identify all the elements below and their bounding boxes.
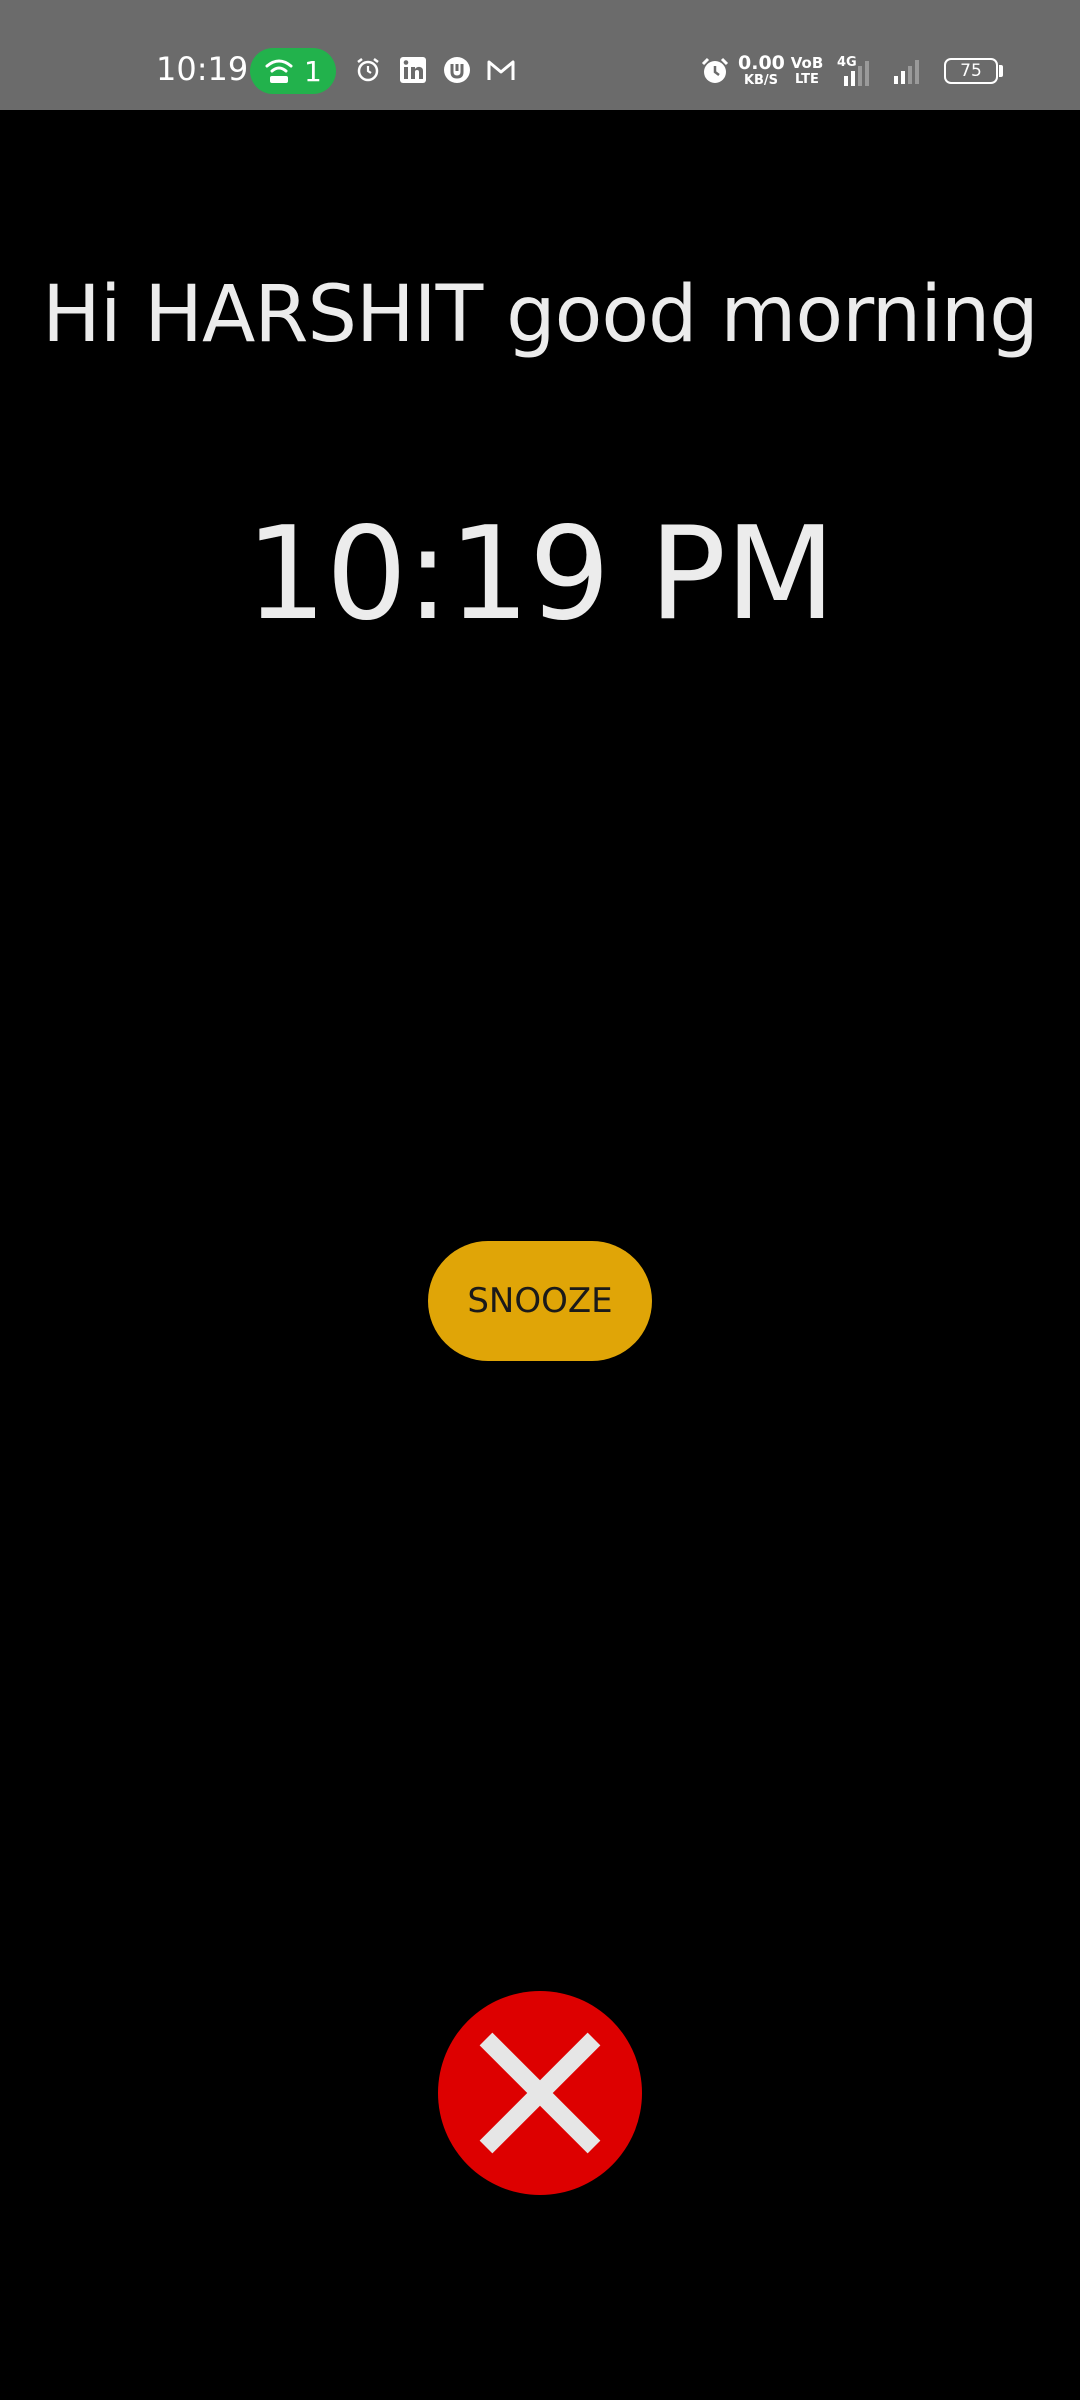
signal-icon: 4G (837, 55, 869, 86)
close-icon (479, 2032, 601, 2154)
battery-icon: 75 (944, 58, 998, 84)
network-speed: 0.00 KB/S (738, 52, 785, 88)
hotspot-icon (265, 59, 293, 83)
alarm-screen: 10:19 1 0.00 KB/S VoB LTE 4G 75 Hi HARSH… (0, 0, 1080, 2400)
volte-indicator: VoB LTE (790, 54, 824, 87)
hotspot-count: 1 (304, 55, 322, 88)
status-bar: 10:19 1 0.00 KB/S VoB LTE 4G 75 (0, 0, 1080, 110)
hotspot-indicator[interactable]: 1 (250, 48, 336, 94)
alarm-greeting: Hi HARSHIT good morning (42, 270, 1039, 360)
snooze-button[interactable]: SNOOZE (428, 1241, 652, 1361)
status-time: 10:19 (156, 50, 249, 88)
signal-icon (894, 60, 919, 84)
linkedin-icon (400, 57, 426, 83)
alarm-time: 10:19 PM (245, 500, 835, 649)
dismiss-button[interactable] (438, 1991, 642, 2195)
battery-level: 75 (960, 61, 982, 81)
svg-text:4G: 4G (837, 55, 857, 70)
alarm-icon (357, 58, 379, 82)
battery-tip (999, 65, 1003, 77)
app-notification-icon (444, 57, 470, 83)
alarm-icon (701, 57, 729, 83)
gmail-icon (487, 60, 515, 80)
